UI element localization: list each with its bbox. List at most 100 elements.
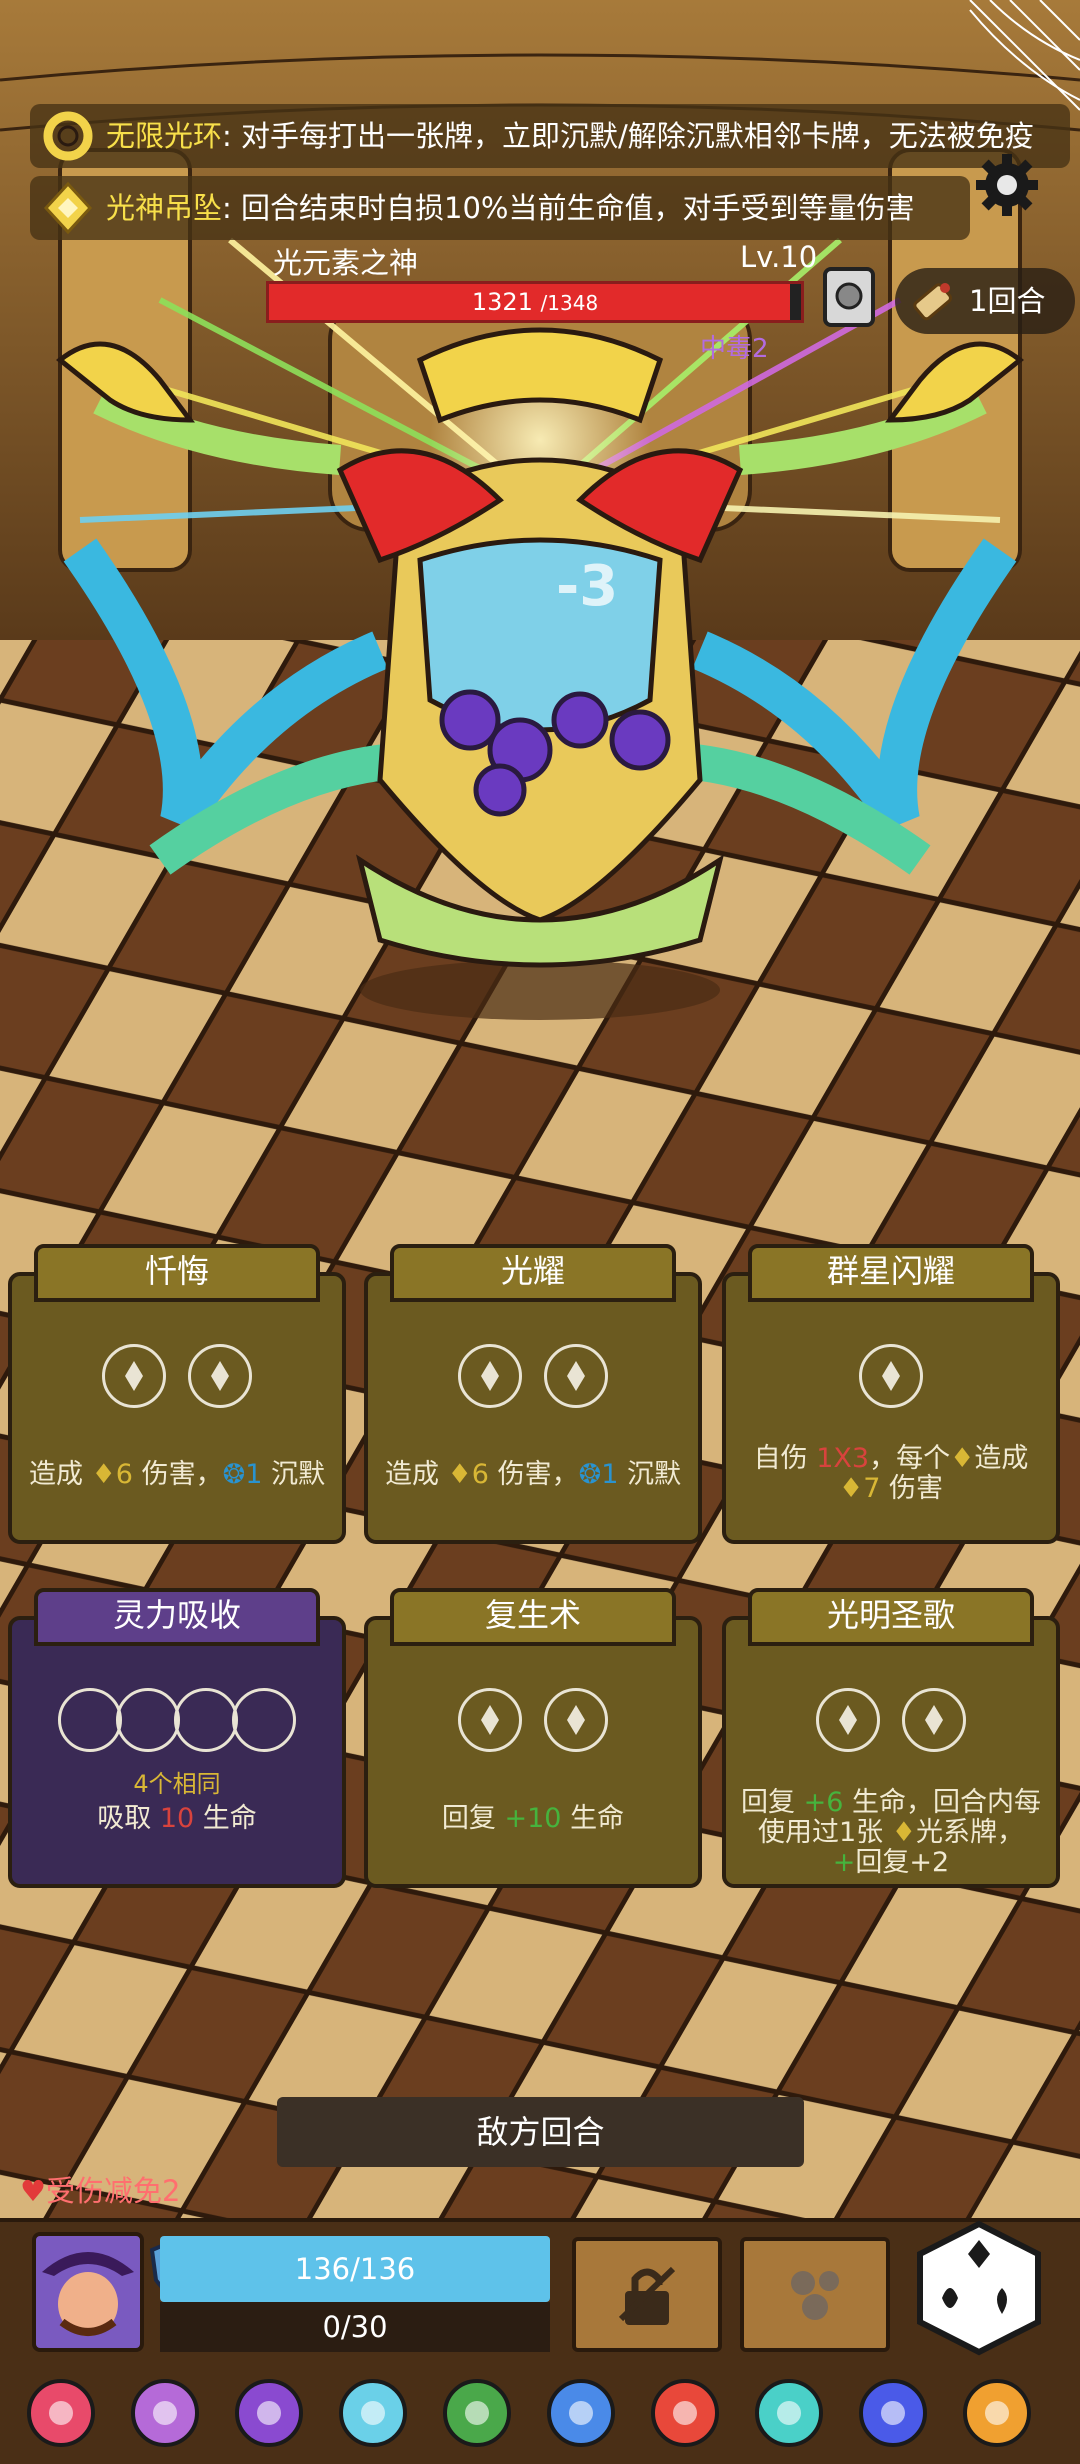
card-desc-part: ♦6 — [91, 1459, 133, 1490]
round-count: 1回合 — [969, 284, 1046, 318]
card-desc-part: ♦ — [891, 1817, 916, 1848]
dice-slot[interactable] — [232, 1688, 296, 1752]
card-desc-part: 造成 — [974, 1443, 1029, 1474]
lock-skill-button[interactable] — [572, 2237, 722, 2352]
card-desc-part: 回复+2 — [855, 1847, 950, 1878]
boss-info-icon[interactable] — [822, 266, 876, 328]
skill-card[interactable]: 群星闪耀自伤 1X3，每个♦造成 ♦7 伤害 — [722, 1244, 1060, 1544]
skull-book-icon[interactable] — [124, 2372, 206, 2454]
buff-light-pendant[interactable]: 光神吊坠: 回合结束时自损10%当前生命值，对手受到等量伤害 — [30, 176, 970, 240]
card-title: 群星闪耀 — [826, 1252, 955, 1290]
demon-mask-icon[interactable] — [644, 2372, 726, 2454]
card-desc-part: +10 — [504, 1803, 562, 1834]
card-desc-part: 1X3 — [816, 1443, 870, 1474]
card-title: 光明圣歌 — [826, 1596, 955, 1634]
green-tome-icon[interactable] — [436, 2372, 518, 2454]
flame-gem-icon[interactable] — [956, 2372, 1038, 2454]
card-desc-part: 造成 — [29, 1459, 92, 1490]
skill-card[interactable]: 光耀造成 ♦6 伤害，❂1 沉默 — [364, 1244, 702, 1544]
damage-reduction-text: 受伤减免2 — [46, 2174, 181, 2208]
crystal-arrow-icon[interactable] — [332, 2372, 414, 2454]
skill-card[interactable]: 光明圣歌 回复 +6 生命，回合内每使用过1张 ♦光系牌，+回复+2 — [722, 1588, 1060, 1888]
skill-card[interactable]: 忏悔 造成 ♦6 伤害，❂1 沉默 — [8, 1244, 346, 1544]
player-avatar[interactable] — [32, 2232, 144, 2352]
card-frame — [8, 1272, 346, 1544]
skill-card[interactable]: 灵力吸收 4个相同 吸取 10 生命 — [8, 1588, 346, 1888]
damage-float-text: -3 — [556, 554, 619, 619]
card-title: 光耀 — [500, 1252, 565, 1290]
buff-text: 回合结束时自损10%当前生命值，对手受到等量伤害 — [241, 191, 915, 225]
card-desc-part: +6 — [803, 1787, 844, 1818]
card-desc-part: 沉默 — [262, 1459, 325, 1490]
star-triangle-icon[interactable] — [852, 2372, 934, 2454]
card-desc-part: 生命 — [561, 1803, 625, 1834]
card-requirement: 4个相同 — [133, 1770, 221, 1798]
shatter-dice-icon — [791, 2271, 839, 2320]
boss-hp-max: /1348 — [540, 291, 599, 315]
dice-slot[interactable] — [102, 1344, 166, 1408]
scroll-icon — [913, 283, 952, 321]
dice-slot[interactable] — [188, 1344, 252, 1408]
leaf-shield-icon[interactable] — [540, 2372, 622, 2454]
card-description: 造成 ♦6 伤害，❂1 沉默 — [20, 1460, 334, 1490]
dice-slot[interactable] — [458, 1688, 522, 1752]
card-description: 回复 +6 生命，回合内每使用过1张 ♦光系牌，+回复+2 — [734, 1788, 1048, 1878]
heart-shield-icon: ♥ — [20, 2174, 46, 2208]
card-desc-part: 伤害， — [132, 1459, 223, 1490]
card-frame — [364, 1272, 702, 1544]
dice-slot[interactable] — [116, 1688, 180, 1752]
card-desc-part: 伤害 — [880, 1473, 943, 1504]
battle-scene-background — [0, 0, 1080, 2460]
card-desc-part: 吸取 — [97, 1803, 160, 1834]
dice-slot[interactable] — [458, 1344, 522, 1408]
card-desc-part: 伤害， — [488, 1459, 579, 1490]
skill-card[interactable]: 复生术 回复 +10 生命 — [364, 1588, 702, 1888]
card-desc-part: 自伤 — [753, 1443, 817, 1474]
buff-text: 对手每打出一张牌，立即沉默/解除沉默相邻卡牌，无法被免疫 — [241, 119, 1034, 153]
dice-roll-button[interactable] — [912, 2218, 1046, 2358]
buff-name: 光神吊坠 — [106, 191, 223, 225]
card-desc-part: 沉默 — [618, 1459, 681, 1490]
boss-hp-current: 1321 — [471, 288, 533, 316]
light-gem-icon — [882, 1361, 900, 1391]
dice-slot[interactable] — [174, 1688, 238, 1752]
card-frame — [8, 1616, 346, 1888]
card-description: 造成 ♦6 伤害，❂1 沉默 — [376, 1460, 690, 1490]
light-gem-icon — [567, 1705, 585, 1735]
buff-name: 无限光环 — [106, 119, 223, 153]
card-desc-part: 10 — [159, 1803, 195, 1834]
jade-vase-icon[interactable] — [748, 2372, 830, 2454]
player-energy-text: 0/30 — [160, 2302, 550, 2352]
enemy-turn-button[interactable]: 敌方回合 — [277, 2097, 804, 2167]
card-desc-part: ♦7 — [839, 1473, 881, 1504]
dice-slot[interactable] — [544, 1688, 608, 1752]
buff-infinite-halo[interactable]: 无限光环: 对手每打出一张牌，立即沉默/解除沉默相邻卡牌，无法被免疫 — [30, 104, 1070, 168]
card-desc-part: 造成 — [385, 1459, 448, 1490]
poison-status: 中毒2 — [700, 334, 769, 364]
heart-relic-icon[interactable] — [20, 2372, 102, 2454]
settings-gear-icon[interactable] — [972, 150, 1042, 220]
eye-pyramid-icon[interactable] — [228, 2372, 310, 2454]
light-gem-icon — [211, 1361, 229, 1391]
dice-slot[interactable] — [859, 1344, 923, 1408]
damage-reduction-status: ♥受伤减免2 — [20, 2168, 180, 2210]
card-desc-part: ❂1 — [578, 1459, 619, 1490]
card-desc-part: ❂1 — [222, 1459, 263, 1490]
card-desc-part: 生命 — [194, 1803, 257, 1834]
dice-slot[interactable] — [902, 1688, 966, 1752]
light-gem-icon — [925, 1705, 943, 1735]
card-desc-part: + — [832, 1847, 856, 1878]
dice-slot[interactable] — [58, 1688, 122, 1752]
light-gem-icon — [567, 1361, 585, 1391]
round-indicator: 1回合 — [895, 268, 1075, 334]
shatter-skill-button[interactable] — [740, 2237, 890, 2352]
golden-ring-icon — [43, 111, 93, 161]
light-gem-icon — [839, 1705, 857, 1735]
card-description: 自伤 1X3，每个♦造成 ♦7 伤害 — [734, 1444, 1048, 1504]
card-desc-part: ♦6 — [447, 1459, 489, 1490]
dice-slot[interactable] — [544, 1344, 608, 1408]
card-desc-part: ，每个 — [869, 1443, 951, 1474]
card-desc-part: 光系牌， — [915, 1817, 1024, 1848]
dice-slot[interactable] — [816, 1688, 880, 1752]
boss-hp-bar: 1321 /1348 — [266, 281, 804, 323]
